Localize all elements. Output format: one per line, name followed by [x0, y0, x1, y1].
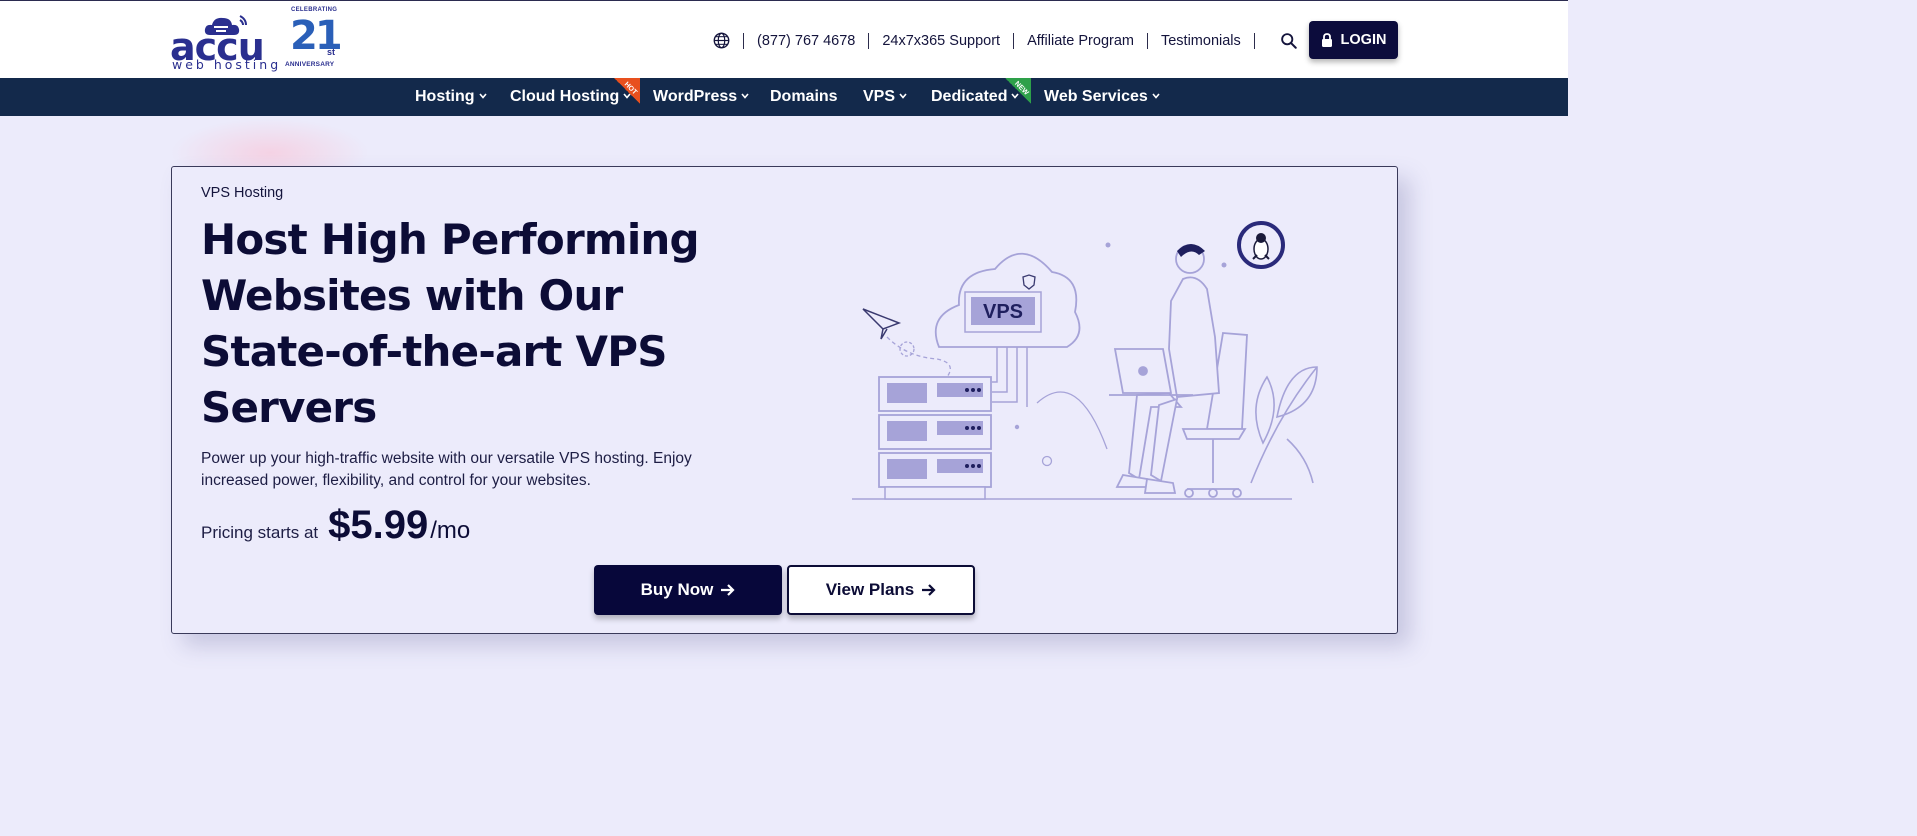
nav-item-hosting[interactable]: Hosting	[415, 78, 487, 116]
main-nav: Hosting Cloud Hosting HOT WordPress Doma…	[0, 78, 1568, 116]
hero-card: VPS Hosting Host High Performing Website…	[171, 166, 1398, 634]
nav-item-label: VPS	[863, 88, 896, 105]
divider	[1253, 33, 1255, 49]
chevron-down-icon	[478, 93, 487, 99]
chevron-down-icon	[899, 93, 907, 99]
accu-web-hosting-logo[interactable]: accu web hosting CELEBRATING 21 st ANNIV…	[170, 7, 345, 73]
new-badge: NEW	[1005, 78, 1031, 104]
testimonials-link[interactable]: Testimonials	[1148, 33, 1254, 49]
arrow-right-icon	[721, 584, 735, 596]
logo-tagline: web hosting	[172, 57, 282, 72]
login-label: LOGIN	[1340, 32, 1387, 48]
affiliate-program-link[interactable]: Affiliate Program	[1014, 33, 1147, 49]
view-plans-button[interactable]: View Plans	[787, 565, 975, 615]
nav-item-label: Dedicated	[931, 88, 1008, 105]
globe-icon[interactable]	[713, 32, 730, 49]
vps-illustration: VPS	[852, 221, 1318, 500]
login-button[interactable]: LOGIN	[1309, 21, 1398, 59]
nav-item-label: Domains	[770, 88, 838, 105]
nav-item-wordpress[interactable]: WordPress	[653, 78, 749, 116]
phone-link[interactable]: (877) 767 4678	[744, 33, 868, 49]
chevron-down-icon	[1152, 93, 1160, 99]
top-header: accu web hosting CELEBRATING 21 st ANNIV…	[0, 0, 1568, 78]
hero-description: Power up your high-traffic website with …	[201, 450, 692, 489]
price-unit: /mo	[430, 517, 471, 544]
chevron-down-icon	[741, 93, 749, 99]
support-link[interactable]: 24x7x365 Support	[869, 33, 1013, 49]
nav-item-vps[interactable]: VPS	[863, 78, 907, 116]
price-amount: $5.99	[328, 503, 429, 547]
nav-item-domains[interactable]: Domains	[770, 78, 838, 116]
new-badge-label: NEW	[1013, 80, 1030, 97]
pricing-label: Pricing starts at	[201, 523, 319, 542]
nav-item-label: Hosting	[415, 88, 475, 105]
lock-icon	[1321, 33, 1332, 47]
illustration-vps-label: VPS	[983, 301, 1023, 323]
search-icon[interactable]	[1280, 32, 1297, 49]
nav-item-label: Web Services	[1044, 88, 1148, 105]
arrow-right-icon	[922, 584, 936, 596]
hero-headline: Host High Performing Websites with Our S…	[201, 215, 700, 432]
view-plans-label: View Plans	[825, 580, 915, 599]
hero-eyebrow: VPS Hosting	[201, 185, 284, 201]
nav-item-label: WordPress	[653, 88, 738, 105]
linux-penguin-icon	[1237, 221, 1285, 269]
nav-item-label: Cloud Hosting	[510, 88, 620, 105]
anniversary-badge: CELEBRATING 21 st ANNIVERSARY	[283, 7, 345, 73]
nav-item-web-services[interactable]: Web Services	[1044, 78, 1160, 116]
hot-badge-label: HOT	[622, 80, 639, 97]
buy-now-button[interactable]: Buy Now	[594, 565, 782, 615]
buy-now-label: Buy Now	[640, 580, 714, 599]
anniversary-word: ANNIVERSARY	[285, 61, 335, 68]
pricing: Pricing starts at $5.99 /mo	[201, 503, 470, 548]
anniversary-suffix: st	[327, 47, 336, 57]
hot-badge: HOT	[614, 78, 640, 104]
utility-links: (877) 767 4678 24x7x365 Support Affiliat…	[743, 31, 1255, 51]
